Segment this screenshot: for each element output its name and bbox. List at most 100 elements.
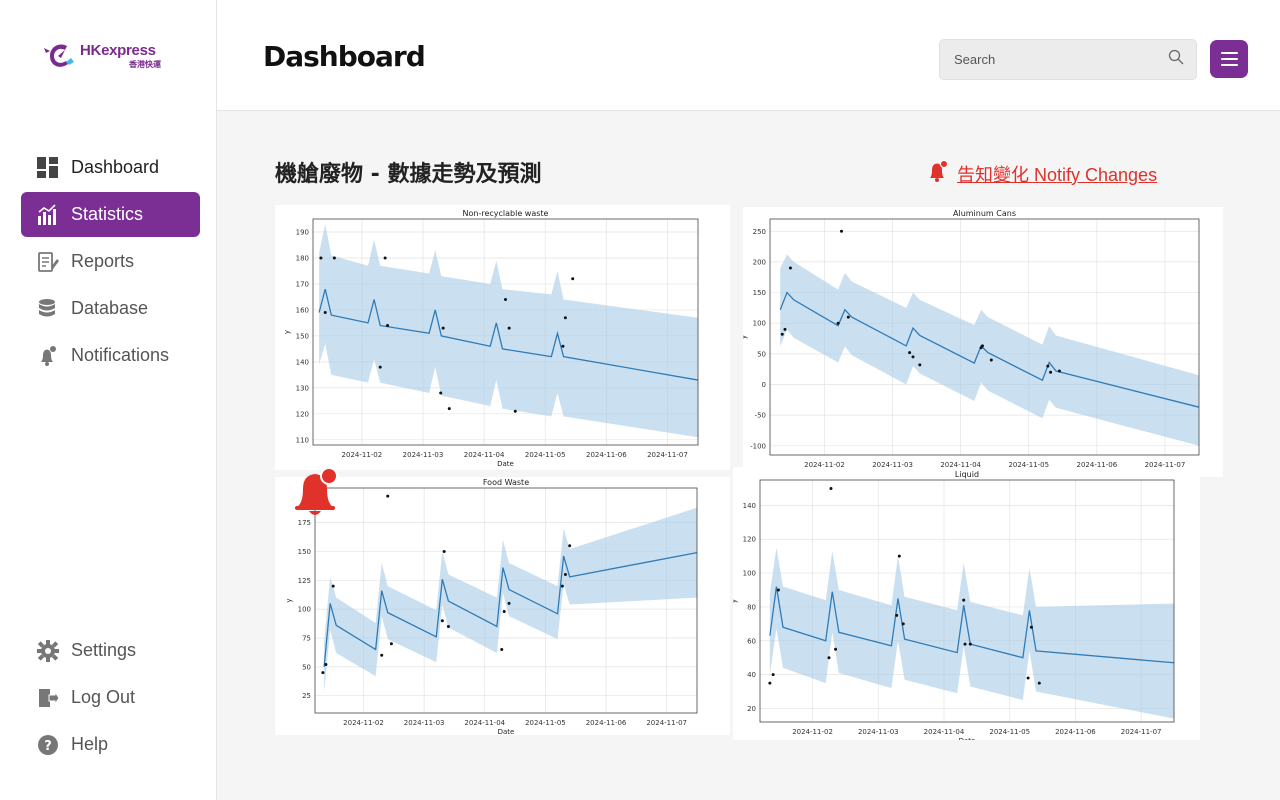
dashboard-icon [37,156,59,179]
sidebar-item-label: Database [71,298,149,318]
sidebar-item-notifications[interactable]: Notifications [21,333,200,378]
data-point [918,363,922,367]
data-point [319,256,323,260]
data-point [440,619,444,623]
x-tick-label: 2024-11-07 [1121,728,1162,736]
sidebar-nav: Dashboard Statistics Reports Database No… [21,145,200,380]
y-tick-label: 20 [747,705,756,713]
aluminum-cans-chart: 2024-11-02 2024-11-03 2024-11-04 2024-11-05… [743,209,1200,477]
data-point [901,622,905,626]
hkexpress-logo[interactable]: HKexpress 香港快運 [40,38,170,78]
data-point [386,494,390,498]
sidebar-item-label: Help [71,734,109,754]
data-point [897,554,901,558]
plot-area: 2024-11-02 2024-11-03 2024-11-04 2024-11-05… [743,209,1200,477]
sidebar-item-logout[interactable]: Log Out [21,675,200,720]
database-icon [37,298,59,320]
data-point [836,321,840,325]
chart-title: Aluminum Cans [953,209,1016,218]
data-point [504,298,507,302]
data-point [768,681,772,685]
data-point [563,316,567,320]
x-tick-label: 2024-11-05 [525,719,566,727]
y-tick-label: 150 [298,548,311,556]
section-title: 機艙廢物 - 數據走勢及預測 [275,162,542,187]
x-tick-label: 2024-11-03 [403,451,444,459]
sidebar-item-settings[interactable]: Settings [21,628,200,673]
x-axis-label: Date [959,737,976,740]
sidebar-item-statistics[interactable]: Statistics [21,192,200,237]
x-axis-label: Date [497,460,514,468]
data-point [846,315,850,319]
data-point [389,642,393,646]
sidebar: HKexpress 香港快運 Dashboard Statistics Repo… [0,0,217,800]
sidebar-item-database[interactable]: Database [21,286,200,331]
x-tick-label: 2024-11-02 [343,719,384,727]
x-axis-label: Date [498,728,515,735]
data-point [324,663,328,667]
data-point [1057,369,1061,373]
sidebar-item-reports[interactable]: Reports [21,239,200,284]
notifications-icon [37,345,59,367]
chart-card-non-recyclable: 2024-11-02 2024-11-03 2024-11-04 2024-11-05… [275,205,730,470]
y-tick-label: 160 [296,306,309,314]
data-point [834,647,838,651]
data-point [378,365,382,369]
data-point [507,326,511,330]
y-tick-label: 190 [296,228,309,236]
search-input[interactable] [954,52,1168,67]
data-point [561,344,565,348]
gear-icon [37,639,59,662]
y-tick-label: 100 [743,570,756,578]
data-point [571,277,575,281]
uncertainty-band [319,224,698,438]
data-point [446,624,450,628]
hamburger-menu-button[interactable] [1210,40,1248,78]
y-tick-label: 130 [296,384,309,392]
data-point [780,332,784,336]
logout-icon [37,687,59,709]
data-point [1026,676,1030,680]
sidebar-item-label: Settings [71,640,137,660]
sidebar-item-label: Log Out [71,687,136,707]
search-icon[interactable] [1168,49,1184,70]
logo-subtitle: 香港快運 [129,60,161,69]
data-point [908,351,912,355]
y-tick-label: 150 [296,332,309,340]
sidebar-item-help[interactable]: ? Help [21,722,200,767]
food-waste-chart: 2024-11-02 2024-11-03 2024-11-04 2024-11-05… [285,478,698,735]
x-tick-label: 2024-11-03 [858,728,899,736]
y-tick-label: 25 [302,692,311,700]
y-tick-label: 75 [302,635,311,643]
y-tick-label: 200 [753,258,766,266]
y-tick-label: 50 [757,350,766,358]
x-tick-label: 2024-11-06 [586,451,627,459]
sidebar-item-dashboard[interactable]: Dashboard [21,145,200,190]
chart-title: Non-recyclable waste [463,209,549,218]
chart-title: Food Waste [483,478,529,487]
y-tick-label: 170 [296,280,309,288]
plot-area: 2024-11-02 2024-11-03 2024-11-04 2024-11-05… [285,478,698,735]
data-point [1037,681,1041,685]
alert-bell-icon[interactable] [293,465,341,519]
x-tick-label: 2024-11-04 [464,719,505,727]
data-point [788,266,792,270]
x-tick-label: 2024-11-06 [586,719,627,727]
y-tick-label: 140 [296,358,309,366]
x-tick-label: 2024-11-04 [464,451,505,459]
x-tick-label: 2024-11-02 [792,728,833,736]
notify-changes-link[interactable]: 告知變化 Notify Changes [927,160,1157,187]
y-tick-label: 125 [298,577,311,585]
y-tick-label: 50 [302,663,311,671]
uncertainty-band [780,254,1199,446]
chart-card-aluminum-cans: 2024-11-02 2024-11-03 2024-11-04 2024-11-05… [743,207,1223,477]
search-box[interactable] [939,39,1197,80]
y-axis-label: y [285,598,293,602]
y-tick-label: -100 [750,442,766,450]
y-axis-label: y [733,599,738,603]
data-point [563,573,567,577]
y-tick-label: 180 [296,254,309,262]
data-point [560,584,564,588]
y-tick-label: 0 [762,381,766,389]
data-point [568,544,572,548]
